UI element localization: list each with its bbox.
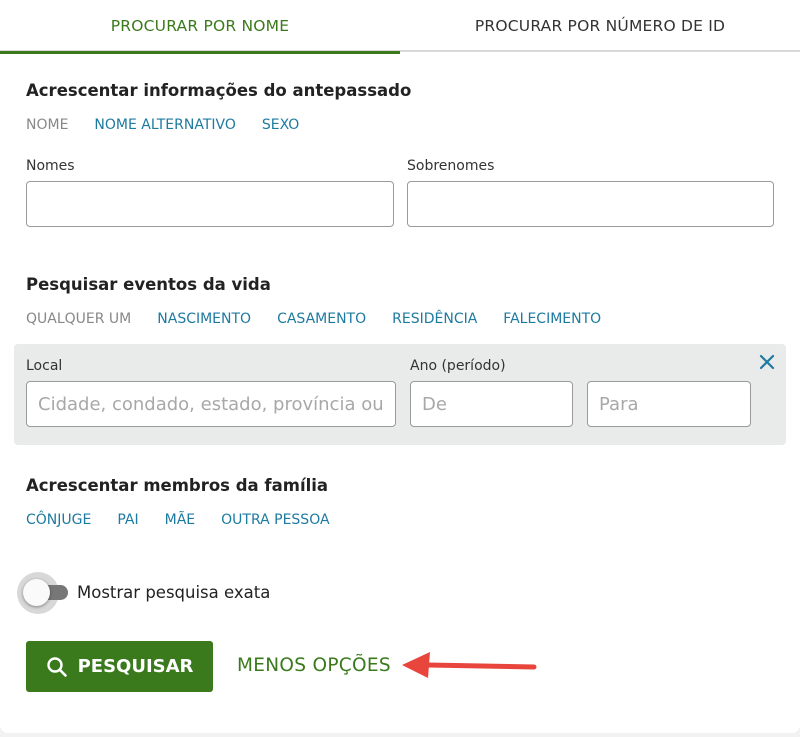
year-to-input[interactable] — [587, 381, 751, 427]
place-input[interactable] — [26, 381, 396, 427]
family-member-links: CÔNJUGE PAI MÃE OUTRA PESSOA — [26, 512, 330, 528]
tab-search-by-name[interactable]: PROCURAR POR NOME — [0, 0, 400, 54]
link-alternate-name[interactable]: NOME ALTERNATIVO — [94, 117, 235, 133]
search-card: PROCURAR POR NOME PROCURAR POR NÚMERO DE… — [0, 0, 800, 733]
close-icon[interactable] — [758, 353, 776, 371]
link-sex[interactable]: SEXO — [262, 117, 299, 133]
family-section-title: Acrescentar membros da família — [26, 476, 329, 495]
search-button[interactable]: PESQUISAR — [26, 641, 213, 692]
surnames-label: Sobrenomes — [407, 158, 495, 174]
link-any-event[interactable]: QUALQUER UM — [26, 311, 131, 327]
less-options-link[interactable]: MENOS OPÇÕES — [237, 655, 391, 676]
magnifier-icon — [46, 656, 67, 677]
link-father[interactable]: PAI — [117, 512, 138, 528]
events-section-title: Pesquisar eventos da vida — [26, 275, 271, 294]
search-button-label: PESQUISAR — [77, 656, 194, 677]
link-other-person[interactable]: OUTRA PESSOA — [221, 512, 329, 528]
tab-search-by-id[interactable]: PROCURAR POR NÚMERO DE ID — [400, 0, 800, 52]
surnames-input[interactable] — [407, 181, 774, 227]
link-birth[interactable]: NASCIMENTO — [157, 311, 251, 327]
year-from-input[interactable] — [410, 381, 573, 427]
place-label: Local — [26, 358, 63, 374]
exact-search-label: Mostrar pesquisa exata — [77, 583, 271, 602]
ancestor-section-title: Acrescentar informações do antepassado — [26, 81, 412, 100]
year-range-label: Ano (período) — [410, 358, 506, 374]
link-death[interactable]: FALECIMENTO — [503, 311, 601, 327]
link-mother[interactable]: MÃE — [165, 512, 196, 528]
exact-toggle-knob[interactable] — [23, 579, 50, 606]
search-tabs: PROCURAR POR NOME PROCURAR POR NÚMERO DE… — [0, 0, 800, 54]
event-type-links: QUALQUER UM NASCIMENTO CASAMENTO RESIDÊN… — [26, 311, 601, 327]
given-names-input[interactable] — [26, 181, 394, 227]
link-name[interactable]: NOME — [26, 117, 68, 133]
red-arrow-icon — [402, 652, 537, 678]
given-names-label: Nomes — [26, 158, 75, 174]
link-marriage[interactable]: CASAMENTO — [277, 311, 366, 327]
link-residence[interactable]: RESIDÊNCIA — [392, 311, 477, 327]
ancestor-field-links: NOME NOME ALTERNATIVO SEXO — [26, 117, 299, 133]
link-spouse[interactable]: CÔNJUGE — [26, 512, 91, 528]
